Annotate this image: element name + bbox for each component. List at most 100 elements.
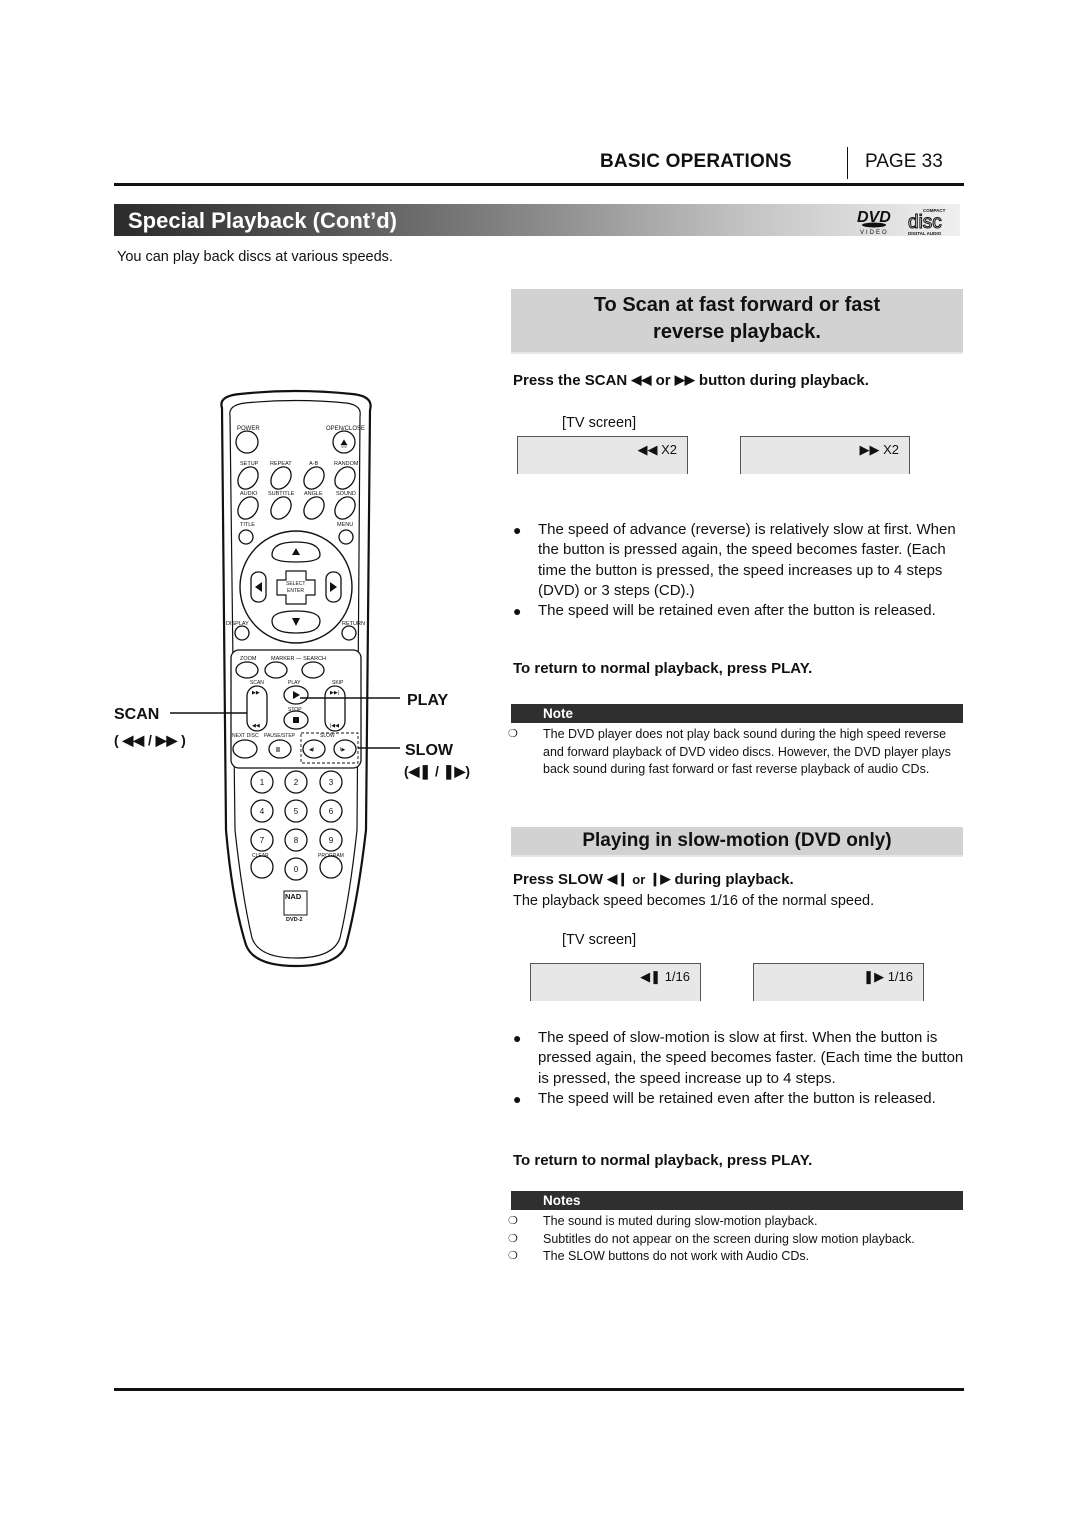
next-disc-button: [232, 739, 258, 759]
stop-icon: [293, 717, 299, 723]
menu-button: [338, 529, 354, 545]
svg-text:NEXT DISC: NEXT DISC: [232, 733, 259, 739]
header-separator: [847, 147, 848, 179]
rewind-icon: ◀◀: [631, 372, 652, 387]
tv-screen-label: [TV screen]: [562, 415, 637, 431]
return-button: [341, 625, 357, 641]
scan-callout-label: SCAN: [114, 706, 159, 723]
pause-step-button: [268, 739, 292, 759]
fast-forward-icon: ▶▶: [674, 372, 695, 387]
slow-reverse-icon: ◀❙: [607, 871, 629, 886]
power-button: [235, 430, 259, 454]
svg-text:ANGLE: ANGLE: [304, 491, 323, 497]
list-item: ● The speed of slow-motion is slow at fir…: [513, 1028, 968, 1089]
slow-forward-icon: ❚▶: [863, 969, 885, 984]
slow-section-heading: Playing in slow-motion (DVD only): [511, 827, 963, 857]
list-item: ● The speed will be retained even after t…: [513, 601, 968, 621]
program-button: [319, 855, 343, 879]
slow-notes: ❍ The sound is muted during slow-motion p…: [508, 1213, 963, 1266]
svg-text:VIDEO: VIDEO: [860, 230, 889, 236]
remote-control-illustration: POWER OPEN/CLOSE SETUP REPEAT A-B RANDOM…: [114, 389, 470, 968]
dvd-video-logo-icon: DVD VIDEO: [857, 209, 891, 236]
svg-text:RANDOM: RANDOM: [334, 461, 359, 467]
bullet-icon: ●: [513, 522, 522, 538]
svg-text:TITLE: TITLE: [240, 522, 255, 528]
tv-screen-rewind: ◀◀ X2: [517, 436, 688, 474]
svg-text:ZOOM: ZOOM: [240, 656, 257, 662]
slow-fwd-icon: I▶: [340, 747, 345, 753]
digit-7-label: 7: [260, 836, 265, 845]
svg-text:DISPLAY: DISPLAY: [226, 621, 249, 627]
svg-text:SUBTITLE: SUBTITLE: [268, 491, 295, 497]
svg-text:SKIP: SKIP: [332, 680, 344, 686]
scan-notes: ❍ The DVD player does not play back sound…: [508, 726, 963, 779]
svg-text:RETURN: RETURN: [342, 621, 365, 627]
scan-instruction: Press the SCAN ◀◀ or ▶▶ button during pl…: [513, 372, 869, 389]
slow-reverse-icon: ◀❚: [640, 969, 662, 984]
digit-4-label: 4: [260, 807, 265, 816]
slow-callout-icons: (◀❚ / ❚▶): [404, 763, 470, 780]
fast-forward-icon: ▶▶: [859, 442, 880, 457]
circle-bullet-icon: ❍: [508, 1232, 518, 1245]
svg-text:DIGITAL AUDIO: DIGITAL AUDIO: [908, 231, 942, 236]
circle-bullet-icon: ❍: [508, 728, 518, 740]
skip-next-icon: ▶▶|: [330, 690, 339, 696]
slow-description: The playback speed becomes 1/16 of the n…: [513, 893, 875, 909]
note-item: ❍ The SLOW buttons do not work with Audio…: [508, 1248, 963, 1266]
scan-callout-icons: ( ◀◀ / ▶▶ ): [114, 732, 186, 748]
svg-text:SETUP: SETUP: [240, 461, 259, 467]
digit-2-label: 2: [294, 778, 299, 787]
scan-bullets: ● The speed of advance (reverse) is relat…: [513, 520, 968, 621]
svg-text:disc: disc: [908, 212, 942, 233]
svg-text:SLOW: SLOW: [320, 733, 335, 739]
section-name: BASIC OPERATIONS: [600, 151, 792, 172]
list-item: ● The speed will be retained even after t…: [513, 1089, 968, 1109]
svg-text:ENTER: ENTER: [287, 588, 304, 594]
tv-screen-forward: ▶▶ X2: [740, 436, 910, 474]
scan-section-heading: To Scan at fast forward or fast reverse …: [511, 289, 963, 354]
bullet-icon: ●: [513, 603, 522, 620]
circle-bullet-icon: ❍: [508, 1215, 518, 1227]
footer-rule: [114, 1388, 964, 1391]
svg-text:NAD: NAD: [285, 892, 302, 901]
tv-screen-slow-forward: ❚▶ 1/16: [753, 963, 924, 1001]
slow-bullets: ● The speed of slow-motion is slow at fir…: [513, 1028, 968, 1109]
svg-text:PLAY: PLAY: [288, 680, 301, 686]
scan-ff-icon: ▶▶: [252, 690, 260, 696]
svg-text:SELECT: SELECT: [286, 581, 305, 587]
svg-text:MARKER — SEARCH: MARKER — SEARCH: [271, 656, 326, 662]
digit-3-label: 3: [329, 778, 334, 787]
pause-icon: II: [276, 747, 280, 754]
slow-callout-label: SLOW: [405, 742, 454, 759]
display-button: [234, 625, 250, 641]
digit-8-label: 8: [294, 836, 299, 845]
compact-disc-logo-icon: COMPACT disc DIGITAL AUDIO: [908, 208, 946, 236]
slow-return-instruction: To return to normal playback, press PLAY…: [513, 1152, 813, 1169]
svg-text:MENU: MENU: [337, 522, 353, 528]
digit-5-label: 5: [294, 807, 299, 816]
intro-text: You can play back discs at various speed…: [117, 249, 393, 265]
bullet-icon: ●: [513, 1090, 522, 1107]
skip-prev-icon: |◀◀: [330, 723, 339, 729]
slow-forward-icon: ❙▶: [649, 871, 671, 886]
page-number: PAGE 33: [865, 151, 943, 172]
rewind-icon: ◀◀: [637, 442, 658, 457]
marker-button: [264, 661, 288, 679]
svg-text:A-B: A-B: [309, 461, 319, 467]
play-callout-label: PLAY: [407, 692, 449, 709]
svg-text:SCAN: SCAN: [250, 680, 264, 686]
zoom-button: [235, 661, 259, 679]
header-rule: [114, 183, 964, 186]
digit-6-label: 6: [329, 807, 334, 816]
svg-text:SOUND: SOUND: [336, 491, 356, 497]
search-button: [301, 661, 325, 679]
clear-button: [250, 855, 274, 879]
list-item: ● The speed of advance (reverse) is relat…: [513, 520, 968, 601]
title-button: [238, 529, 254, 545]
digit-0-label: 0: [294, 865, 299, 874]
svg-text:REPEAT: REPEAT: [270, 461, 292, 467]
note-item: ❍ The sound is muted during slow-motion p…: [508, 1213, 963, 1231]
tv-screen-label: [TV screen]: [562, 932, 637, 948]
svg-text:AUDIO: AUDIO: [240, 491, 258, 497]
digit-9-label: 9: [329, 836, 334, 845]
